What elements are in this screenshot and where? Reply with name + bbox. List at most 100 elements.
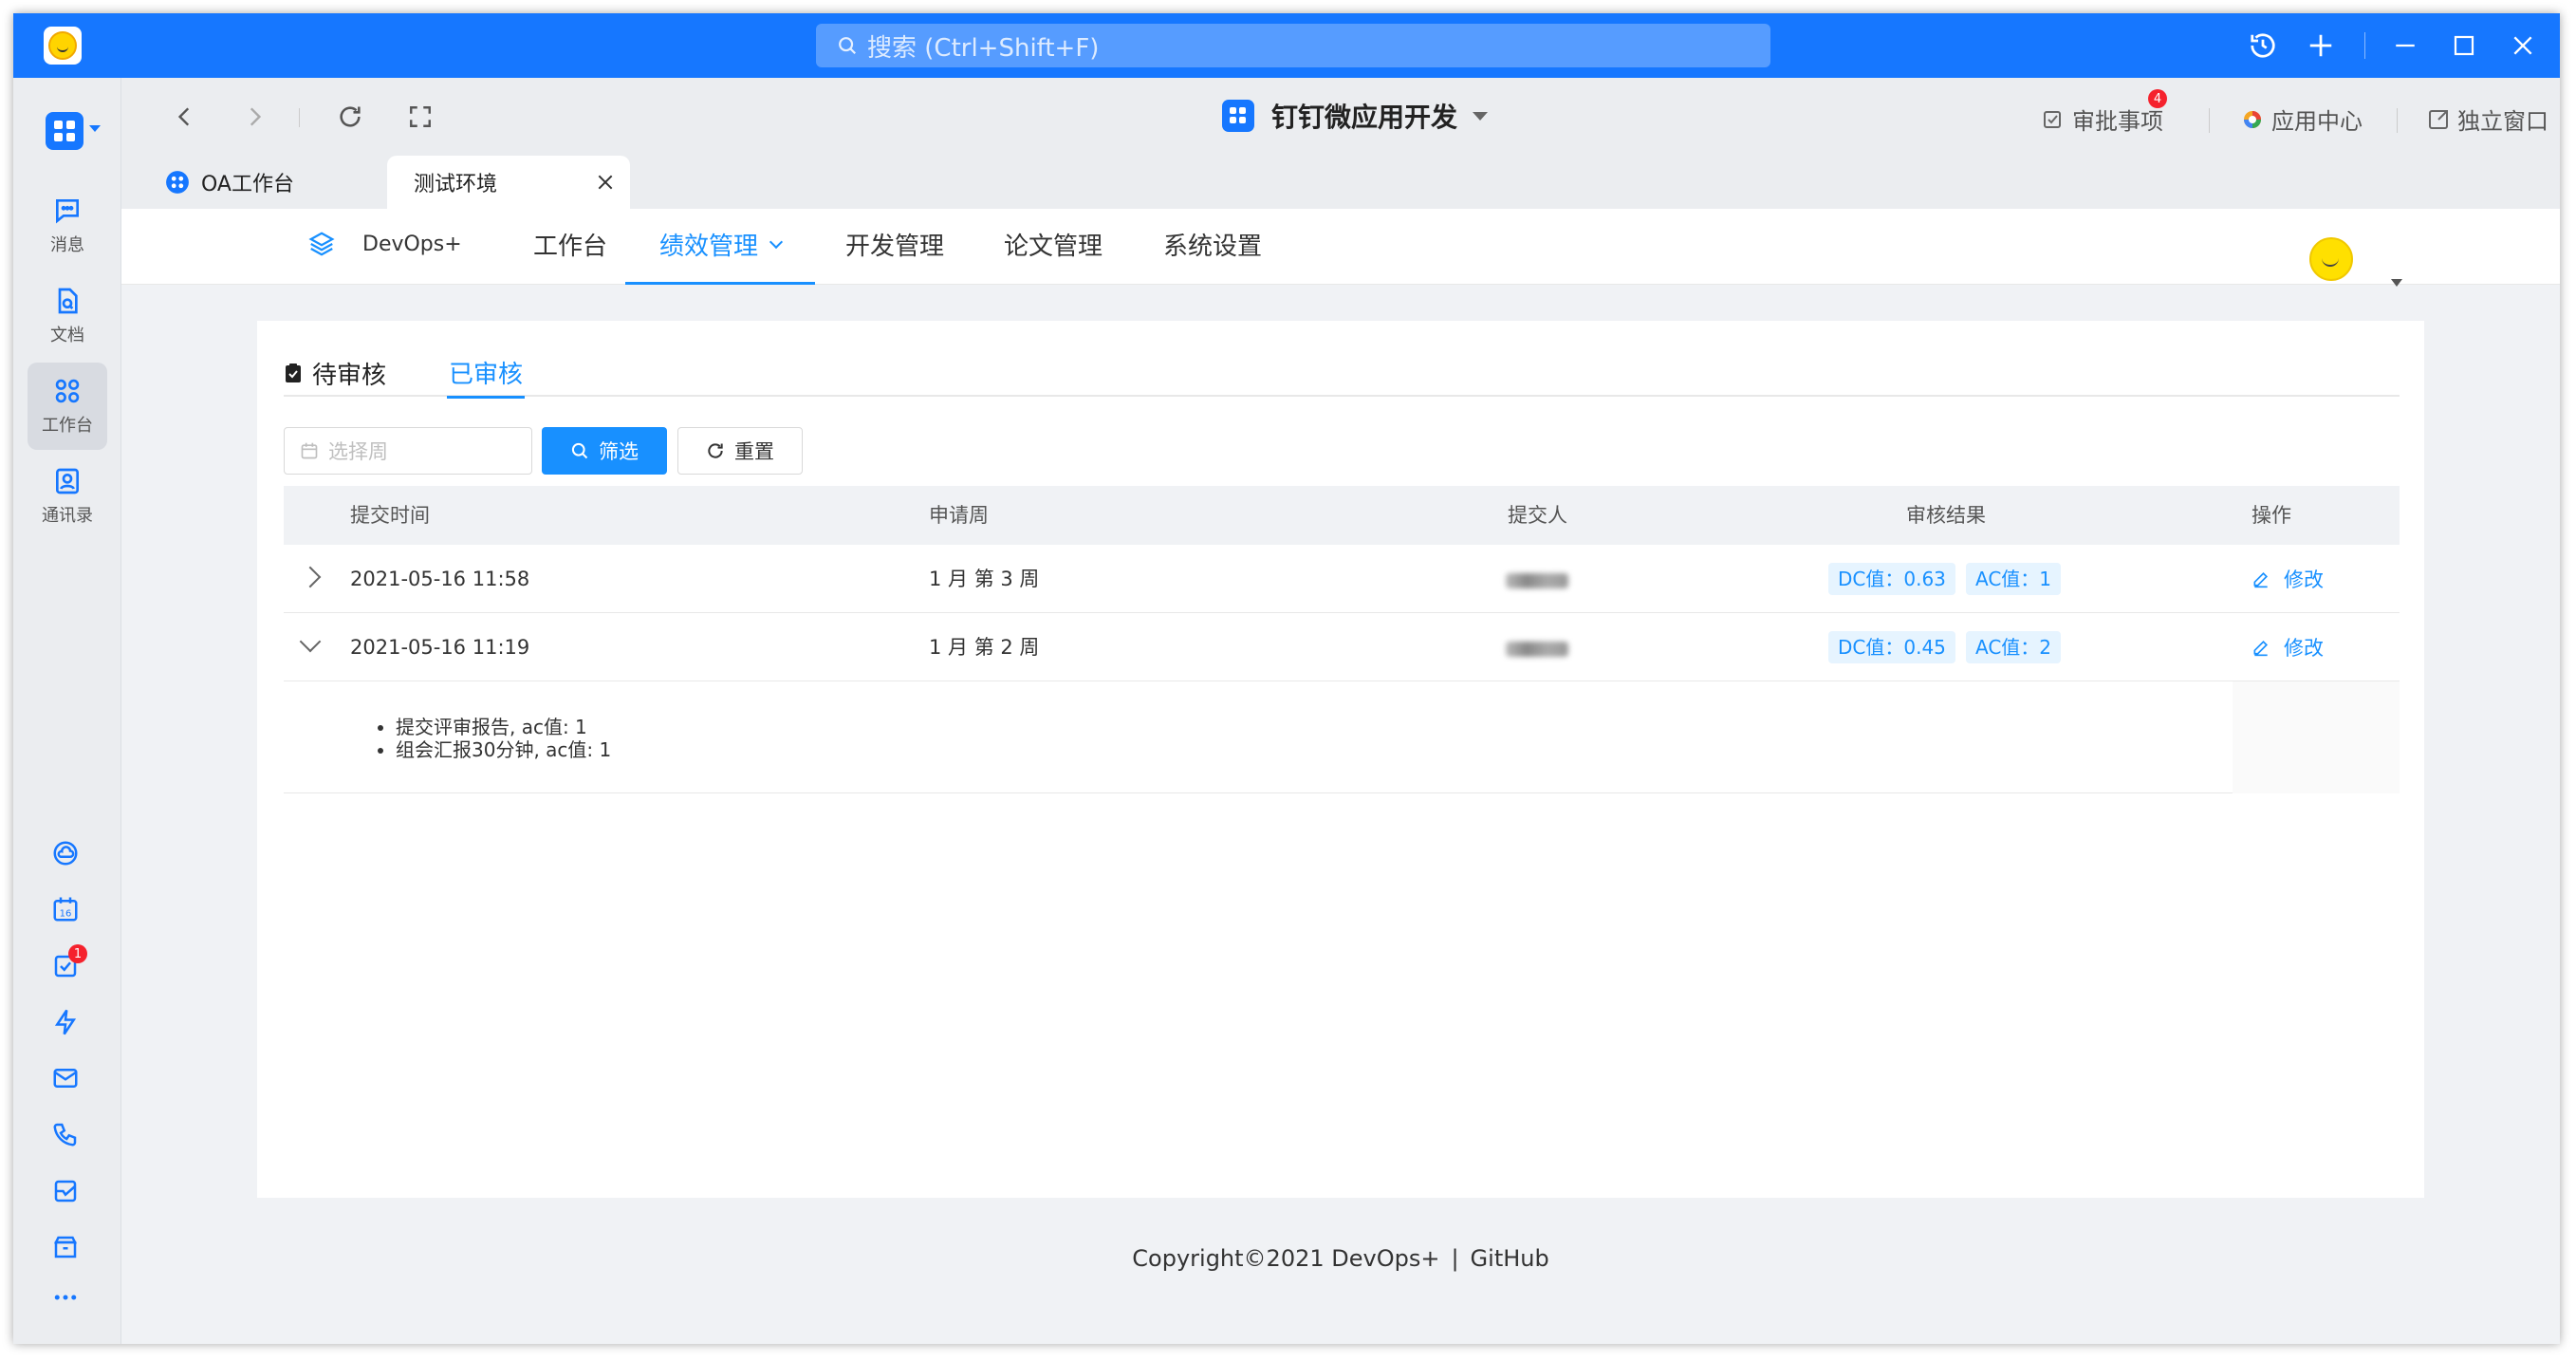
app-center-button[interactable]: 应用中心 (2241, 103, 2363, 136)
reset-label: 重置 (734, 440, 774, 463)
table-row: 2021-05-16 11:19 1 月 第 2 周 DC值：0.45 AC值：… (284, 613, 2400, 681)
todo-icon[interactable]: 1 (49, 944, 87, 982)
filter-label: 筛选 (599, 440, 639, 463)
browser-toolbar: 钉钉微应用开发 审批事项 4 应用中心 独立窗口 (121, 78, 2560, 156)
caret-down-icon[interactable] (89, 125, 101, 132)
global-search-input[interactable]: 搜索 (Ctrl+Shift+F) (816, 24, 1770, 67)
sidebar-item-label: 工作台 (42, 416, 93, 436)
more-icon[interactable] (49, 1281, 82, 1314)
review-tabs: 待审核 已审核 (284, 340, 2400, 399)
nav-divider (299, 108, 300, 127)
caret-down-icon[interactable] (2391, 279, 2402, 287)
todo-badge: 1 (68, 944, 87, 963)
titlebar-divider (2364, 32, 2365, 59)
toolbar-divider (2397, 108, 2398, 133)
top-navigation: DevOps+ 工作台 绩效管理 开发管理 论文管理 系统设置 (121, 209, 2560, 287)
workbench-icon (55, 379, 80, 403)
github-link[interactable]: GitHub (1471, 1245, 1549, 1272)
notes-icon[interactable] (49, 1175, 82, 1207)
approval-badge: 4 (2148, 89, 2167, 108)
apply-week: 1 月 第 2 周 (929, 636, 1040, 659)
tab-pending[interactable]: 待审核 (284, 349, 386, 397)
mail-icon[interactable] (49, 1062, 82, 1094)
maximize-icon[interactable] (2448, 29, 2480, 62)
calendar-icon[interactable]: 16 (49, 893, 82, 925)
nav-item-settings[interactable]: 系统设置 (1156, 209, 1269, 285)
refresh-icon[interactable] (334, 101, 366, 133)
title-bar: 搜索 (Ctrl+Shift+F) (13, 13, 2560, 78)
user-avatar[interactable] (2309, 237, 2353, 281)
edit-icon (2253, 640, 2269, 657)
column-header: 提交时间 (350, 504, 430, 527)
sidebar-item-label: 消息 (50, 235, 84, 255)
nav-item-thesis[interactable]: 论文管理 (996, 209, 1110, 285)
apply-week: 1 月 第 3 周 (929, 568, 1040, 590)
redacted-submitter (1506, 642, 1568, 657)
sidebar-item-workbench[interactable]: 工作台 (28, 363, 107, 450)
close-tab-icon[interactable] (596, 173, 615, 192)
page-footer: Copyright©2021 DevOps+ | GitHub (121, 1245, 2560, 1272)
search-icon (839, 37, 857, 55)
submit-time: 2021-05-16 11:58 (350, 568, 530, 590)
footer-separator: | (1451, 1245, 1459, 1272)
nav-item-performance[interactable]: 绩效管理 (625, 209, 815, 285)
brand-name: DevOps+ (362, 232, 462, 256)
fullscreen-icon[interactable] (404, 101, 436, 133)
app-center-label: 应用中心 (2271, 108, 2363, 135)
edit-button[interactable]: 修改 (2252, 545, 2324, 613)
standalone-window-button[interactable]: 独立窗口 (2427, 103, 2548, 136)
brand-logo[interactable]: DevOps+ (307, 230, 462, 258)
tab-test-env[interactable]: 测试环境 (387, 156, 630, 209)
back-icon[interactable] (169, 101, 201, 133)
expanded-row-detail: 提交评审报告, ac值: 1 组会汇报30分钟, ac值: 1 (284, 681, 2400, 793)
forward-icon[interactable] (238, 101, 270, 133)
window-icon (2429, 109, 2448, 129)
webview-content: DevOps+ 工作台 绩效管理 开发管理 论文管理 系统设置 待审核 已审核 (121, 209, 2560, 1344)
expand-row-icon[interactable] (299, 566, 322, 588)
nav-item-workbench[interactable]: 工作台 (518, 209, 622, 285)
edit-label: 修改 (2284, 637, 2324, 660)
fixed-column-shade (2233, 681, 2400, 793)
column-header: 申请周 (929, 504, 989, 527)
clipboard-check-icon (286, 364, 301, 382)
sidebar-item-label: 通讯录 (42, 506, 93, 526)
cloud-icon[interactable] (49, 837, 82, 869)
app-grid-icon[interactable] (46, 112, 83, 150)
app-title[interactable]: 钉钉微应用开发 (1222, 97, 1489, 135)
minimize-icon[interactable] (2389, 29, 2421, 62)
tab-reviewed[interactable]: 已审核 (447, 349, 526, 399)
calendar-day: 16 (60, 909, 72, 920)
approval-button[interactable]: 审批事项 4 (2042, 89, 2167, 136)
archive-icon[interactable] (49, 1231, 82, 1263)
close-icon[interactable] (2507, 29, 2539, 62)
tab-oa-workbench[interactable]: OA工作台 (165, 156, 294, 209)
sidebar-item-messages[interactable]: 消息 (28, 182, 107, 270)
nav-item-dev-management[interactable]: 开发管理 (838, 209, 952, 285)
history-icon[interactable] (2247, 29, 2279, 62)
dingtalk-logo[interactable] (44, 27, 82, 65)
main-card: 待审核 已审核 选择周 筛选 重置 提交时间 申请周 提交人 审核结果 操作 2… (257, 321, 2424, 1198)
app-title-text: 钉钉微应用开发 (1271, 102, 1458, 133)
contacts-icon (56, 468, 79, 494)
dc-value-tag: DC值：0.63 (1828, 563, 1955, 595)
week-picker[interactable]: 选择周 (284, 427, 532, 475)
edit-button[interactable]: 修改 (2252, 613, 2324, 681)
list-item: 提交评审报告, ac值: 1 (396, 716, 611, 738)
reset-button[interactable]: 重置 (677, 427, 803, 475)
layers-icon (308, 232, 335, 256)
sidebar-item-docs[interactable]: 文档 (28, 272, 107, 360)
dingtalk-app-icon (166, 171, 189, 194)
phone-icon[interactable] (49, 1118, 82, 1150)
smiley-icon (48, 31, 77, 60)
add-icon[interactable] (2305, 29, 2337, 62)
filter-button[interactable]: 筛选 (542, 427, 667, 475)
app-grid-icon (1222, 100, 1254, 132)
submit-time: 2021-05-16 11:19 (350, 636, 530, 659)
app-center-icon (2244, 110, 2261, 128)
chevron-down-icon (769, 234, 784, 250)
lightning-icon[interactable] (49, 1006, 82, 1038)
search-icon (571, 442, 588, 459)
sidebar-item-contacts[interactable]: 通讯录 (28, 453, 107, 540)
column-header: 操作 (2252, 504, 2291, 527)
collapse-row-icon[interactable] (299, 630, 322, 653)
